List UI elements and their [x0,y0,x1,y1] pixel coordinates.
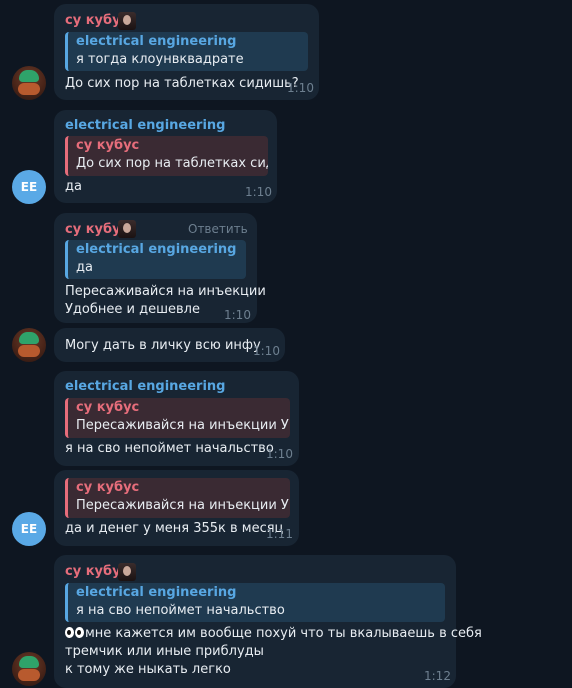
eyes-emoji-icon [65,627,74,638]
message-text: Удобнее и дешевле [65,302,200,317]
message-line: мне кажется им вообще похуй что ты вкалы… [85,626,482,641]
message-text: До сих пор на таблетках сидишь? [65,76,299,91]
reply-quote[interactable]: су кубус Пересаживайся на инъекции У... [65,398,290,438]
user-avatar[interactable] [12,66,46,100]
message-time: 1:10 [224,308,251,322]
reply-author: су кубус [76,138,140,153]
message-author[interactable]: electrical engineering [65,118,226,133]
reply-quote[interactable]: electrical engineering да [65,240,246,279]
message-time: 1:10 [287,81,314,95]
reply-quote[interactable]: electrical engineering я тогда клоунвква… [65,32,308,71]
reply-quote[interactable]: су кубус До сих пор на таблетках сид... [65,136,268,176]
author-mini-avatar [118,12,136,30]
reply-author: су кубус [76,400,140,415]
message-bubble[interactable]: су кубус Ответить electrical engineering… [54,213,266,323]
message-bubble[interactable]: су кубус Пересаживайся на инъекции У... … [54,470,299,546]
message-bubble[interactable]: electrical engineering су кубус Пересажи… [54,371,299,466]
message-bubble[interactable]: electrical engineering су кубус До сих п… [54,110,277,203]
reply-text: я на сво непоймет начальство [76,603,285,618]
message-text: Пересаживайся на инъекции [65,284,266,299]
author-mini-avatar [118,563,136,581]
author-mini-avatar [118,220,136,238]
reply-author: electrical engineering [76,242,237,257]
message-bubble[interactable]: Могу дать в личку всю инфу 1:10 [54,328,285,362]
user-avatar[interactable] [12,652,46,686]
reply-author: су кубус [76,480,140,495]
user-avatar[interactable]: EE [12,512,46,546]
message-author[interactable]: electrical engineering [65,379,226,394]
message-text: мне кажется им вообще похуй что ты вкалы… [65,625,482,643]
message-time: 1:10 [253,344,280,358]
message-time: 1:12 [424,669,451,683]
reply-text: Пересаживайся на инъекции У... [76,498,290,513]
user-avatar[interactable] [12,328,46,362]
reply-author: electrical engineering [76,585,237,600]
reply-text: До сих пор на таблетках сид... [76,156,268,171]
reply-quote[interactable]: су кубус Пересаживайся на инъекции У... [65,478,290,518]
eyes-emoji-icon [75,627,84,638]
message-text: да [65,179,82,194]
message-text: я на сво непоймет начальство [65,441,274,456]
user-avatar[interactable]: EE [12,170,46,204]
message-time: 1:10 [266,447,293,461]
reply-text: я тогда клоунвквадрате [76,52,244,67]
reply-text: да [76,260,93,275]
message-bubble[interactable]: су кубус electrical engineering я на сво… [54,555,482,688]
message-text: да и денег у меня 355к в месяц [65,521,284,536]
message-text: тремчик или иные приблуды [65,644,264,659]
message-text: к тому же ныкать легко [65,662,231,677]
message-time: 1:11 [266,527,293,541]
reply-text: Пересаживайся на инъекции У... [76,418,290,433]
message-text: Могу дать в личку всю инфу [65,338,261,353]
message-bubble[interactable]: су кубус electrical engineering я тогда … [54,4,319,100]
reply-button[interactable]: Ответить [188,222,248,236]
reply-author: electrical engineering [76,34,237,49]
reply-quote[interactable]: electrical engineering я на сво непоймет… [65,583,445,622]
message-time: 1:10 [245,185,272,199]
